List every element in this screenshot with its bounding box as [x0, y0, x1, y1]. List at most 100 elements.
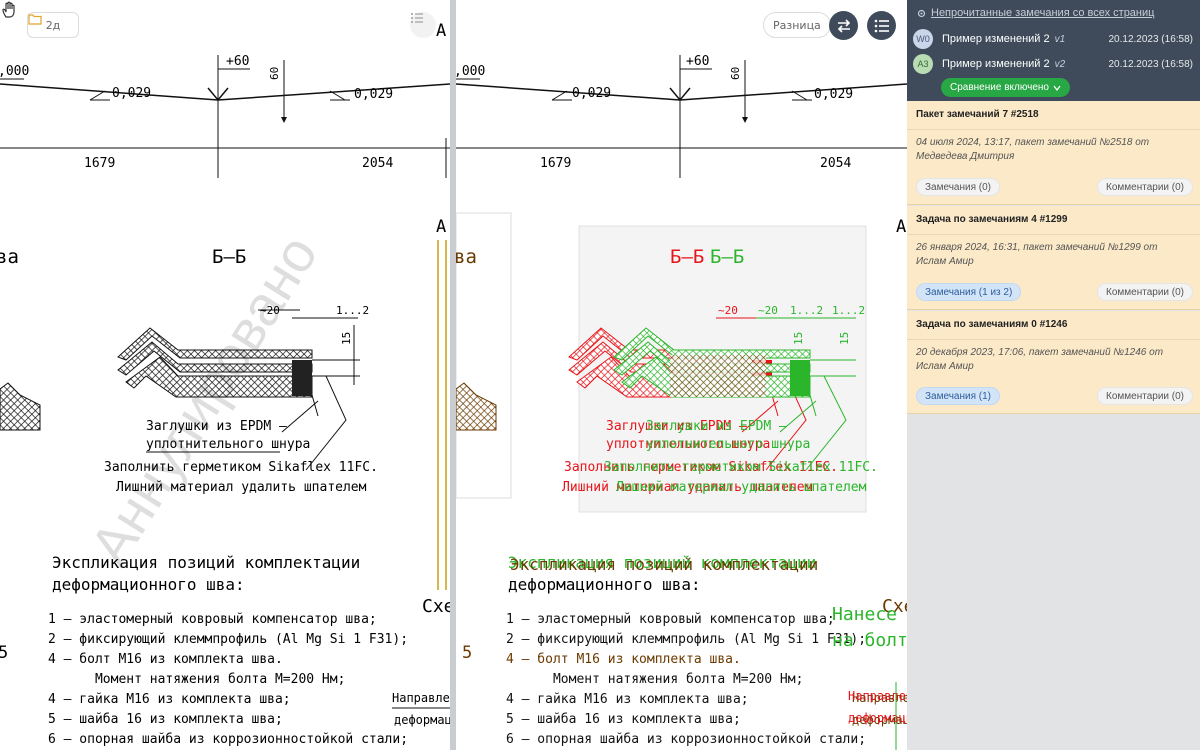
- back-button[interactable]: 2д: [27, 12, 79, 38]
- dimension-value: 15: [340, 332, 353, 345]
- spec-item: 1 – эластомерный ковровый компенсатор шв…: [506, 612, 835, 627]
- remark-task-card[interactable]: Задача по замечаниям 4 #1299 26 января 2…: [907, 206, 1200, 310]
- sheet-letter: А: [896, 217, 906, 237]
- dimension-value: ~20: [758, 304, 778, 317]
- annotation-text: Заполнить герметиком Sikaflex 11FC.: [604, 460, 878, 475]
- remarks-side-panel: Непрочитанные замечания со всех страниц …: [907, 0, 1200, 750]
- elevation-mark: +60: [686, 54, 709, 69]
- swap-icon: [837, 18, 850, 33]
- roof-slope-line: [0, 83, 219, 101]
- folder-icon: [28, 14, 42, 25]
- avatar: W0: [913, 29, 933, 49]
- diff-button[interactable]: Разница: [763, 12, 831, 38]
- added-label: на болт: [832, 630, 907, 651]
- spec-item: 6 – опорная шайба из коррозионностойкой …: [48, 732, 408, 747]
- hand-tool-icon[interactable]: [0, 0, 20, 20]
- watermark: Аннулировано: [78, 224, 330, 575]
- scheme-label: Схе: [422, 596, 450, 617]
- unread-remarks-label: Непрочитанные замечания со всех страниц: [931, 7, 1155, 19]
- dimension-value: ~20: [718, 304, 738, 317]
- height-label: 60: [729, 67, 742, 80]
- dimension-value: 15: [838, 332, 851, 345]
- list-icon: [874, 19, 889, 32]
- elevation-label: ,000: [0, 64, 29, 79]
- annotation-text: Лишний материал удалить шпателем: [616, 480, 867, 495]
- remarks-button[interactable]: Замечания (1): [916, 387, 1001, 405]
- added-label: деформацио: [848, 711, 907, 725]
- slope-label: 0,029: [572, 86, 611, 101]
- revision-date: 20.12.2023 (16:58): [1108, 58, 1193, 70]
- annotation-text: уплотнительного шнура: [646, 437, 810, 452]
- section-label: ва: [456, 246, 477, 268]
- height-label: 60: [268, 67, 281, 80]
- revision-date: 20.12.2023 (16:58): [1108, 33, 1193, 45]
- remarks-button[interactable]: Замечания (0): [916, 178, 1001, 196]
- sheet-number: 5: [0, 643, 8, 663]
- remark-task-card[interactable]: Задача по замечаниям 0 #1246 20 декабря …: [907, 311, 1200, 414]
- remarks-button[interactable]: Замечания (1 из 2): [916, 283, 1022, 301]
- sheet-number: 5: [462, 643, 472, 663]
- direction-label: деформаци: [394, 713, 450, 727]
- drawing-canvas-left: ,000 +60 60 0,029 0,029 1679 2054 А А ва…: [0, 21, 450, 747]
- revision-row[interactable]: W0 Пример изменений 2 v1 20.12.2023 (16:…: [913, 28, 1193, 50]
- revision-row[interactable]: А3 Пример изменений 2 v2 20.12.2023 (16:…: [913, 53, 1193, 75]
- avatar: А3: [913, 54, 933, 74]
- revision-name: Пример изменений 2: [942, 58, 1050, 70]
- swap-versions-button[interactable]: [829, 11, 858, 40]
- spec-item: 2 – фиксирующий клеммпрофиль (Al Mg Si 1…: [506, 632, 866, 647]
- roof-slope-line: [217, 83, 450, 101]
- annotation-text: Заглушки из EPDM –: [646, 419, 787, 434]
- drawing-pane-right[interactable]: ,000 +60 60 0,029 0,029 1679 2054 А ва Б…: [456, 0, 907, 750]
- remark-package-card[interactable]: Пакет замечаний 7 #2518 04 июля 2024, 13…: [907, 101, 1200, 205]
- compare-mode-dropdown[interactable]: Сравнение включено: [941, 78, 1070, 97]
- dimension-value: 1...2: [790, 304, 823, 317]
- comments-button[interactable]: Комментарии (0): [1097, 178, 1193, 196]
- card-title: Задача по замечаниям 4 #1299: [916, 214, 1068, 225]
- spec-title: Экспликация позиций комплектации: [510, 555, 818, 574]
- dimension-value: 1...2: [832, 304, 865, 317]
- spec-item: Момент натяжения болта М=200 Нм;: [48, 672, 345, 687]
- comments-button[interactable]: Комментарии (0): [1097, 283, 1193, 301]
- list-menu-button[interactable]: [410, 12, 436, 38]
- roof-slope-line: [456, 83, 681, 101]
- added-label: Направление: [848, 689, 907, 703]
- comments-button[interactable]: Комментарии (0): [1097, 387, 1193, 405]
- section-label: ва: [0, 246, 19, 268]
- spec-item: 4 – болт М16 из комплекта шва.: [506, 652, 741, 667]
- spec-item: 6 – опорная шайба из коррозионностойкой …: [506, 732, 866, 747]
- dimension-value: 1...2: [336, 304, 369, 317]
- card-description: 26 января 2024, 16:31, пакет замечаний №…: [916, 242, 1158, 267]
- section-title-added: Б–Б: [710, 246, 744, 268]
- spec-item: 4 – гайка М16 из комплекта шва;: [48, 692, 291, 707]
- spec-list: 1 – эластомерный ковровый компенсатор шв…: [48, 612, 408, 747]
- card-description: 04 июля 2024, 13:17, пакет замечаний №25…: [916, 137, 1150, 162]
- drawing-pane-left[interactable]: ,000 +60 60 0,029 0,029 1679 2054 А А ва…: [0, 0, 450, 750]
- revision-version: v2: [1054, 58, 1066, 70]
- slope-label: 0,029: [814, 87, 853, 102]
- card-title: Пакет замечаний 7 #2518: [916, 109, 1039, 120]
- chevron-down-icon: [1053, 85, 1061, 91]
- card-description: 20 декабря 2023, 17:06, пакет замечаний …: [916, 347, 1164, 372]
- spec-item: 1 – эластомерный ковровый компенсатор шв…: [48, 612, 377, 627]
- list-icon: [410, 12, 423, 24]
- dimension-value: 1679: [540, 156, 571, 171]
- section-title-removed: Б–Б: [670, 246, 704, 268]
- elevation-label: ,000: [456, 64, 485, 79]
- compare-mode-label: Сравнение включено: [950, 82, 1049, 93]
- spec-title: деформационного шва:: [508, 575, 701, 594]
- slope-label: 0,029: [112, 86, 151, 101]
- slope-label: 0,029: [354, 87, 393, 102]
- revision-version: v1: [1054, 33, 1066, 45]
- spec-item: Момент натяжения болта М=200 Нм;: [506, 672, 803, 687]
- spec-item: 5 – шайба 16 из комплекта шва;: [48, 712, 283, 727]
- list-menu-button[interactable]: [867, 11, 896, 40]
- spec-title: Экспликация позиций комплектации: [52, 553, 360, 572]
- section-title: Б–Б: [212, 246, 246, 268]
- spec-item: 5 – шайба 16 из комплекта шва;: [506, 712, 741, 727]
- spec-item: 4 – болт М16 из комплекта шва.: [48, 652, 283, 667]
- dimension-value: 2054: [820, 156, 851, 171]
- spec-item: 4 – гайка М16 из комплекта шва;: [506, 692, 749, 707]
- unread-remarks-link[interactable]: Непрочитанные замечания со всех страниц: [916, 7, 1154, 19]
- card-title: Задача по замечаниям 0 #1246: [916, 319, 1068, 330]
- added-label: Нанесе: [832, 604, 897, 625]
